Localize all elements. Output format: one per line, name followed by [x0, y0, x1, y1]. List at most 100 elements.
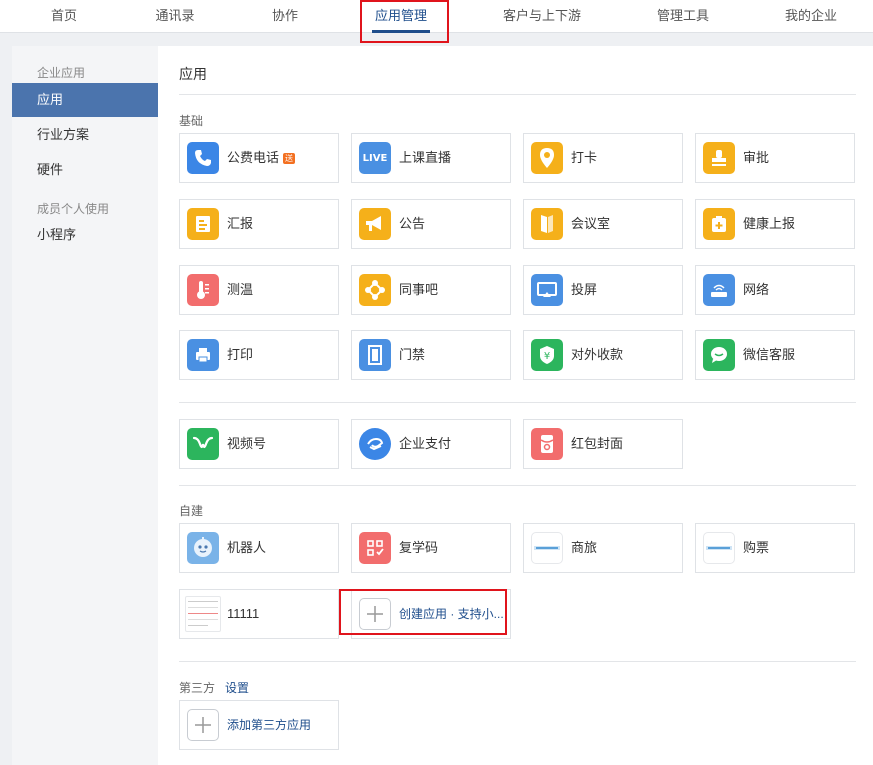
- enterprise-pay-icon: [359, 428, 391, 460]
- qr-code-icon: [359, 532, 391, 564]
- sidebar-item-apps[interactable]: 应用: [12, 83, 158, 117]
- health-kit-icon: [703, 208, 735, 240]
- app-card-business-travel[interactable]: 商旅: [523, 523, 683, 573]
- page-title: 应用: [179, 66, 207, 82]
- add-thirdparty-label: 添加第三方应用: [227, 718, 312, 732]
- app-label: 企业支付: [399, 436, 452, 451]
- divider: [179, 485, 856, 486]
- app-label: 微信客服: [743, 347, 796, 362]
- active-tab-indicator: [372, 30, 430, 33]
- app-label: 打卡: [571, 150, 598, 165]
- app-card-robot[interactable]: 机器人: [179, 523, 339, 573]
- stamp-icon: [703, 142, 735, 174]
- app-card-access-control[interactable]: 门禁: [351, 330, 511, 380]
- divider: [179, 402, 856, 403]
- app-label: 商旅: [571, 540, 598, 555]
- tab-collaboration[interactable]: 协作: [258, 0, 312, 33]
- app-label: 同事吧: [399, 282, 439, 297]
- app-card-print[interactable]: 打印: [179, 330, 339, 380]
- tab-home[interactable]: 首页: [36, 0, 92, 33]
- travel-logo-icon: [531, 532, 563, 564]
- app-label: 购票: [743, 540, 770, 555]
- app-label: 公费电话送: [227, 150, 296, 165]
- screenshot-thumb-icon: [185, 596, 221, 632]
- main-panel: 应用 基础 公费电话送 LIVE 上课直播 打卡 审批 汇报 公告 会议室 健康…: [158, 46, 873, 765]
- svg-text:¥: ¥: [544, 351, 550, 362]
- plus-icon: [187, 709, 219, 741]
- app-card-red-envelope[interactable]: 红包封面: [523, 419, 683, 469]
- tab-app-management[interactable]: 应用管理: [366, 0, 436, 33]
- app-card-enterprise-pay[interactable]: 企业支付: [351, 419, 511, 469]
- live-icon: LIVE: [359, 142, 391, 174]
- sidebar: 企业应用 应用 行业方案 硬件 成员个人使用 小程序: [12, 46, 158, 765]
- divider: [179, 661, 856, 662]
- access-door-icon: [359, 339, 391, 371]
- tab-admin-tools[interactable]: 管理工具: [648, 0, 718, 33]
- app-label: 公告: [399, 216, 426, 231]
- sidebar-item-miniprogram[interactable]: 小程序: [12, 218, 158, 252]
- app-label: 门禁: [399, 347, 426, 362]
- app-card-return-code[interactable]: 复学码: [351, 523, 511, 573]
- create-app-button[interactable]: 创建应用 · 支持小...: [351, 589, 511, 639]
- app-card-report[interactable]: 汇报: [179, 199, 339, 249]
- create-app-label: 创建应用 · 支持小...: [399, 607, 504, 621]
- ticket-logo-icon: [703, 532, 735, 564]
- app-label: 机器人: [227, 540, 267, 555]
- app-card-notice[interactable]: 公告: [351, 199, 511, 249]
- tab-app-management-label: 应用管理: [374, 8, 427, 23]
- app-label: 对外收款: [571, 347, 624, 362]
- gift-badge: 送: [283, 153, 296, 165]
- chat-bubble-icon: [703, 339, 735, 371]
- channels-icon: [187, 428, 219, 460]
- thermometer-icon: [187, 274, 219, 306]
- app-label: 网络: [743, 282, 770, 297]
- section-label-custom: 自建: [179, 504, 204, 518]
- app-card-colleague[interactable]: 同事吧: [351, 265, 511, 315]
- add-thirdparty-app-button[interactable]: 添加第三方应用: [179, 700, 339, 750]
- app-card-live[interactable]: LIVE 上课直播: [351, 133, 511, 183]
- tab-my-company[interactable]: 我的企业: [776, 0, 846, 33]
- sidebar-item-hardware[interactable]: 硬件: [12, 153, 158, 187]
- app-label: 审批: [743, 150, 770, 165]
- top-nav: 首页 通讯录 协作 应用管理 客户与上下游 管理工具 我的企业: [0, 0, 873, 33]
- app-card-health-report[interactable]: 健康上报: [695, 199, 855, 249]
- app-label: 上课直播: [399, 150, 452, 165]
- thirdparty-settings-link[interactable]: 设置: [225, 679, 249, 696]
- app-label: 健康上报: [743, 216, 796, 231]
- report-icon: [187, 208, 219, 240]
- door-icon: [531, 208, 563, 240]
- app-label: 复学码: [399, 540, 439, 555]
- screen-cast-icon: [531, 274, 563, 306]
- phone-icon: [187, 142, 219, 174]
- divider: [179, 94, 856, 95]
- router-icon: [703, 274, 735, 306]
- robot-icon: [187, 532, 219, 564]
- app-card-screen-cast[interactable]: 投屏: [523, 265, 683, 315]
- tab-contacts[interactable]: 通讯录: [146, 0, 204, 33]
- sidebar-group-enterprise: 企业应用: [37, 66, 86, 80]
- app-label: 汇报: [227, 216, 254, 231]
- sidebar-item-solutions[interactable]: 行业方案: [12, 118, 158, 152]
- app-card-checkin[interactable]: 打卡: [523, 133, 683, 183]
- app-label: 测温: [227, 282, 254, 297]
- app-card-11111[interactable]: 11111: [179, 589, 339, 639]
- tab-upstream-downstream[interactable]: 客户与上下游: [494, 0, 590, 33]
- section-label-thirdparty: 第三方: [179, 681, 216, 695]
- app-label: 打印: [227, 347, 254, 362]
- app-label: 投屏: [571, 282, 598, 297]
- app-card-network[interactable]: 网络: [695, 265, 855, 315]
- app-card-meeting-room[interactable]: 会议室: [523, 199, 683, 249]
- app-card-wechat-service[interactable]: 微信客服: [695, 330, 855, 380]
- plus-icon: [359, 598, 391, 630]
- app-label: 会议室: [571, 216, 611, 231]
- app-card-ticket[interactable]: 购票: [695, 523, 855, 573]
- printer-icon: [187, 339, 219, 371]
- app-label: 11111: [227, 606, 260, 621]
- colleague-icon: [359, 274, 391, 306]
- red-envelope-icon: [531, 428, 563, 460]
- app-card-channels[interactable]: 视频号: [179, 419, 339, 469]
- app-card-approval[interactable]: 审批: [695, 133, 855, 183]
- app-card-temperature[interactable]: 测温: [179, 265, 339, 315]
- app-card-collection[interactable]: ¥ 对外收款: [523, 330, 683, 380]
- app-card-phone[interactable]: 公费电话送: [179, 133, 339, 183]
